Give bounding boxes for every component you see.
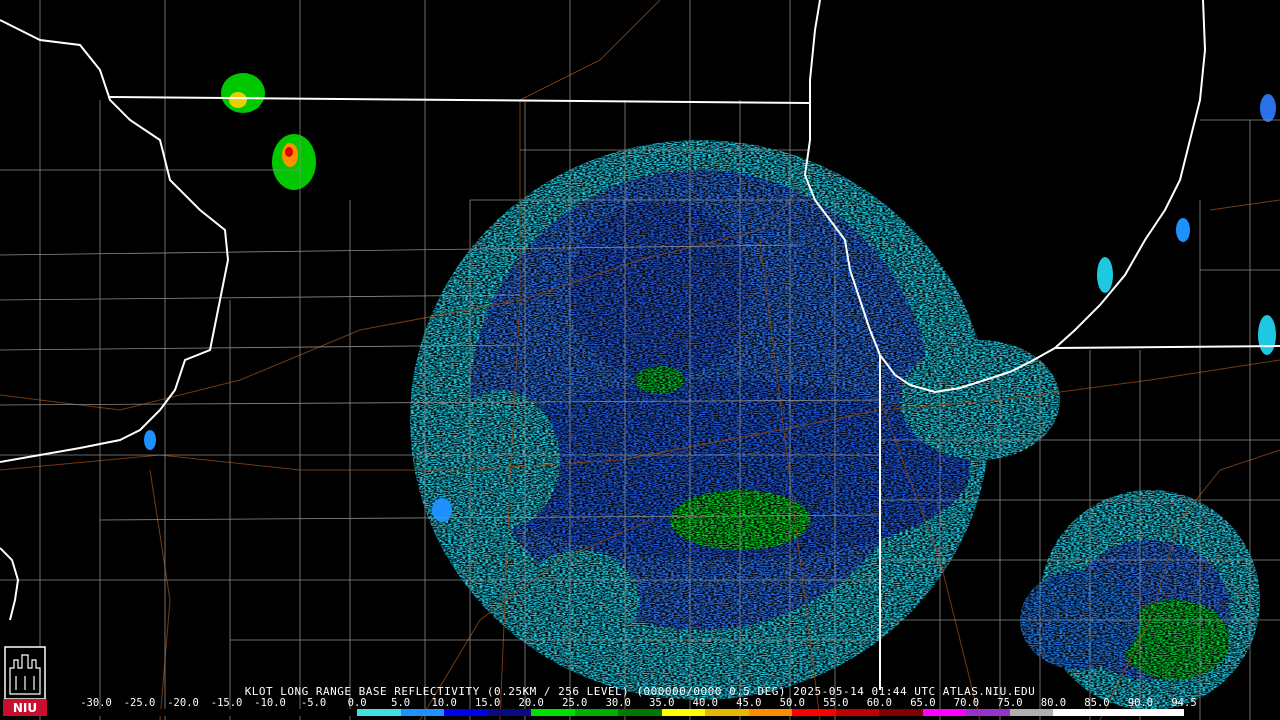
scale-label: 65.0 [910, 697, 936, 709]
radar-map: NIU [0, 0, 1280, 720]
scale-label: 35.0 [649, 697, 675, 709]
colorbar-segment [922, 709, 967, 716]
colorbar-segment [183, 709, 227, 716]
niu-logo-icon: NIU [3, 646, 47, 716]
colorbar-segment [1096, 709, 1141, 716]
scale-label: 45.0 [736, 697, 762, 709]
colorbar-segment [487, 709, 532, 716]
colorbar-segment [1140, 709, 1184, 716]
colorbar-segment [139, 709, 184, 716]
scale-label: 90.0 [1127, 697, 1154, 709]
colorbar-segment [661, 709, 706, 716]
scale-label: 30.0 [605, 697, 631, 709]
scale-label: -10.0 [254, 697, 286, 709]
colorbar-segment [270, 709, 314, 716]
scale-label: 70.0 [953, 697, 980, 709]
colorbar-segment [879, 709, 923, 716]
scale-label: 85.0 [1084, 697, 1110, 709]
scale-label: 25.0 [562, 697, 588, 709]
scale-label: 94.5 [1171, 697, 1197, 709]
colorbar-segment [531, 709, 575, 716]
scale-label: -25.0 [123, 697, 156, 709]
colorbar-segment [835, 709, 880, 716]
scale-label: -15.0 [210, 697, 243, 709]
colorbar-segment [444, 709, 488, 716]
scale-label: 20.0 [518, 697, 544, 709]
reflectivity-scale-labels: -30.0 -25.0 -20.0 -15.0 -10.0 -5.0 0.0 5.0 10.0 1… [80, 697, 1197, 709]
scale-label: 15.0 [475, 697, 501, 709]
scale-label: 5.0 [391, 697, 411, 709]
logo-text: NIU [13, 701, 37, 715]
scale-label: 55.0 [823, 697, 849, 709]
colorbar-segment [748, 709, 793, 716]
scale-label: 60.0 [866, 697, 893, 709]
scale-label: 75.0 [997, 697, 1023, 709]
scale-label: -20.0 [167, 697, 199, 709]
colorbar-segment [313, 709, 358, 716]
colorbar-segment [1053, 709, 1097, 716]
colorbar-segment [966, 709, 1010, 716]
colorbar-segment [574, 709, 619, 716]
scale-label: -30.0 [80, 697, 112, 709]
reflectivity-colorbar [96, 709, 1184, 716]
colorbar-segment [1009, 709, 1054, 716]
scale-label: 50.0 [779, 697, 805, 709]
colorbar-segment [357, 709, 401, 716]
scale-label: -5.0 [300, 697, 327, 709]
scale-label: 0.0 [347, 697, 367, 709]
colorbar-segment [226, 709, 271, 716]
colorbar-segment [792, 709, 836, 716]
scale-label: 40.0 [692, 697, 718, 709]
colorbar-segment [618, 709, 662, 716]
colorbar-segment [400, 709, 445, 716]
colorbar-segment [96, 709, 140, 716]
colorbar-segment [705, 709, 749, 716]
scale-label: 80.0 [1040, 697, 1067, 709]
scale-label: 10.0 [431, 697, 457, 709]
